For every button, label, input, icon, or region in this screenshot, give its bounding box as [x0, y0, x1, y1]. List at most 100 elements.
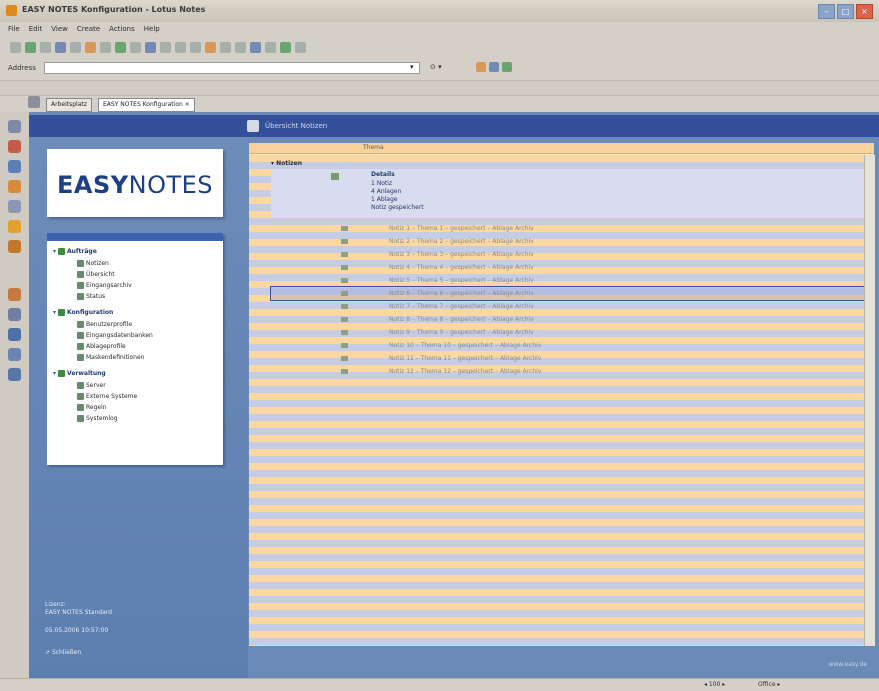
- nav-group-konfiguration[interactable]: ▾ Konfiguration: [53, 309, 113, 316]
- mail-icon: [341, 278, 348, 283]
- table-row-selected[interactable]: Notiz 6 – Thema 6 – gespeichert – Ablage…: [270, 286, 872, 301]
- todo-icon[interactable]: [8, 180, 21, 193]
- address-bar: Address ▾ ⊙ ▾: [0, 58, 879, 80]
- table-row[interactable]: Notiz 9 – Thema 9 – gespeichert – Ablage…: [271, 326, 871, 339]
- mail-icon: [341, 252, 348, 257]
- navigation-tree: ▾ Aufträge Notizen Übersicht Eingangsarch…: [47, 233, 223, 465]
- italic-icon[interactable]: [190, 41, 201, 53]
- nav-item-regeln[interactable]: Regeln: [77, 404, 107, 411]
- server-icon: [77, 382, 84, 389]
- datetime-text: 05.05.2006 10:57:00: [45, 627, 109, 634]
- print-icon[interactable]: [70, 41, 81, 53]
- calendar-icon[interactable]: [8, 140, 21, 153]
- mail-icon: [341, 369, 348, 374]
- bookmark-folder-icon[interactable]: [8, 288, 21, 301]
- document-icon: [77, 260, 84, 267]
- table-row[interactable]: Notiz 1 – Thema 1 – gespeichert – Ablage…: [271, 222, 871, 235]
- menu-help[interactable]: Help: [144, 22, 160, 36]
- paste-icon[interactable]: [115, 41, 126, 53]
- nav-item-systemlog[interactable]: Systemlog: [77, 415, 118, 422]
- nav-item-externe-systeme[interactable]: Externe Systeme: [77, 393, 137, 400]
- nav-item-benutzerprofile[interactable]: Benutzerprofile: [77, 321, 132, 328]
- table-row[interactable]: Notiz 12 – Thema 12 – gespeichert – Abla…: [271, 365, 871, 378]
- vertical-scrollbar[interactable]: [864, 155, 875, 646]
- column-header-thema[interactable]: Thema: [363, 144, 384, 151]
- attach-icon[interactable]: [160, 41, 171, 53]
- close-link[interactable]: ➚ Schließen: [45, 649, 81, 656]
- mail-icon: [341, 265, 348, 270]
- refresh-icon[interactable]: [55, 41, 66, 53]
- tab-arbeitsplatz[interactable]: Arbeitsplatz: [46, 98, 92, 112]
- properties-icon[interactable]: [295, 41, 306, 53]
- web-icon[interactable]: [8, 348, 21, 361]
- address-input[interactable]: [44, 62, 420, 74]
- nav-item-status[interactable]: Status: [77, 293, 105, 300]
- find-icon[interactable]: [145, 41, 156, 53]
- nav-item-eingangsdatenbanken[interactable]: Eingangsdatenbanken: [77, 332, 153, 339]
- replicator-icon[interactable]: [8, 200, 21, 213]
- bookmark-icon[interactable]: [489, 62, 499, 72]
- back-icon[interactable]: [10, 41, 21, 53]
- nav-item-ablageprofile[interactable]: Ablageprofile: [77, 343, 126, 350]
- edit-icon[interactable]: [85, 41, 96, 53]
- table-row[interactable]: Notiz 5 – Thema 5 – gespeichert – Ablage…: [271, 274, 871, 287]
- notes-db-icon[interactable]: [8, 328, 21, 341]
- nav-item-notizen[interactable]: Notizen: [77, 260, 109, 267]
- table-row[interactable]: Notiz 10 – Thema 10 – gespeichert – Abla…: [271, 339, 871, 352]
- website-link[interactable]: www.easy.de: [828, 661, 867, 668]
- more-bookmarks-icon[interactable]: [8, 368, 21, 381]
- document-rows: Notiz 1 – Thema 1 – gespeichert – Ablage…: [270, 222, 872, 378]
- location-control[interactable]: Office ▸: [758, 681, 780, 688]
- table-row[interactable]: Notiz 11 – Thema 11 – gespeichert – Abla…: [271, 352, 871, 365]
- table-icon[interactable]: [250, 41, 261, 53]
- nav-item-server[interactable]: Server: [77, 382, 106, 389]
- zoom-control[interactable]: ◂ 100 ▸: [704, 681, 725, 688]
- link-icon[interactable]: [265, 41, 276, 53]
- home-icon[interactable]: [502, 62, 512, 72]
- history-icon[interactable]: [8, 308, 21, 321]
- mail-icon[interactable]: [8, 120, 21, 133]
- spell-icon[interactable]: [280, 41, 291, 53]
- nav-item-uebersicht[interactable]: Übersicht: [77, 271, 115, 278]
- tab-bar: Arbeitsplatz EASY NOTES Konfiguration ×: [24, 94, 879, 112]
- address-book-icon[interactable]: [8, 160, 21, 173]
- color-icon[interactable]: [205, 41, 216, 53]
- stop-icon[interactable]: [40, 41, 51, 53]
- address-extra-tools: [476, 62, 512, 72]
- table-row[interactable]: Notiz 7 – Thema 7 – gespeichert – Ablage…: [271, 300, 871, 313]
- menu-create[interactable]: Create: [77, 22, 100, 36]
- detail-line: Notiz gespeichert: [371, 204, 424, 211]
- menu-file[interactable]: File: [8, 22, 20, 36]
- table-row[interactable]: Notiz 8 – Thema 8 – gespeichert – Ablage…: [271, 313, 871, 326]
- menu-edit[interactable]: Edit: [29, 22, 43, 36]
- copy-icon[interactable]: [100, 41, 111, 53]
- menu-actions[interactable]: Actions: [109, 22, 135, 36]
- list-icon[interactable]: [220, 41, 231, 53]
- favorites-icon[interactable]: [8, 220, 21, 233]
- forward-icon[interactable]: [25, 41, 36, 53]
- workspace-icon[interactable]: [28, 96, 40, 108]
- table-row[interactable]: Notiz 2 – Thema 2 – gespeichert – Ablage…: [271, 235, 871, 248]
- close-button[interactable]: ×: [856, 4, 873, 19]
- go-button[interactable]: ⊙ ▾: [430, 63, 442, 71]
- menu-view[interactable]: View: [51, 22, 68, 36]
- nav-item-eingangsarchiv[interactable]: Eingangsarchiv: [77, 282, 132, 289]
- nav-group-auftraege[interactable]: ▾ Aufträge: [53, 248, 97, 255]
- table-row[interactable]: Notiz 4 – Thema 4 – gespeichert – Ablage…: [271, 261, 871, 274]
- mail-icon: [341, 356, 348, 361]
- minimize-button[interactable]: –: [818, 4, 835, 19]
- address-dropdown-icon[interactable]: ▾: [410, 63, 414, 71]
- table-row[interactable]: Notiz 3 – Thema 3 – gespeichert – Ablage…: [271, 248, 871, 261]
- category-row[interactable]: ▾ Notizen: [271, 160, 871, 169]
- profile-icon: [77, 343, 84, 350]
- nav-group-verwaltung[interactable]: ▾ Verwaltung: [53, 370, 106, 377]
- search-icon[interactable]: [476, 62, 486, 72]
- tab-easynotes-konfiguration[interactable]: EASY NOTES Konfiguration ×: [98, 98, 195, 112]
- bold-icon[interactable]: [175, 41, 186, 53]
- maximize-button[interactable]: □: [837, 4, 854, 19]
- detail-line: 1 Notiz: [371, 180, 393, 187]
- cut-icon[interactable]: [130, 41, 141, 53]
- databases-icon[interactable]: [8, 240, 21, 253]
- nav-item-maskendefinitionen[interactable]: Maskendefinitionen: [77, 354, 144, 361]
- indent-icon[interactable]: [235, 41, 246, 53]
